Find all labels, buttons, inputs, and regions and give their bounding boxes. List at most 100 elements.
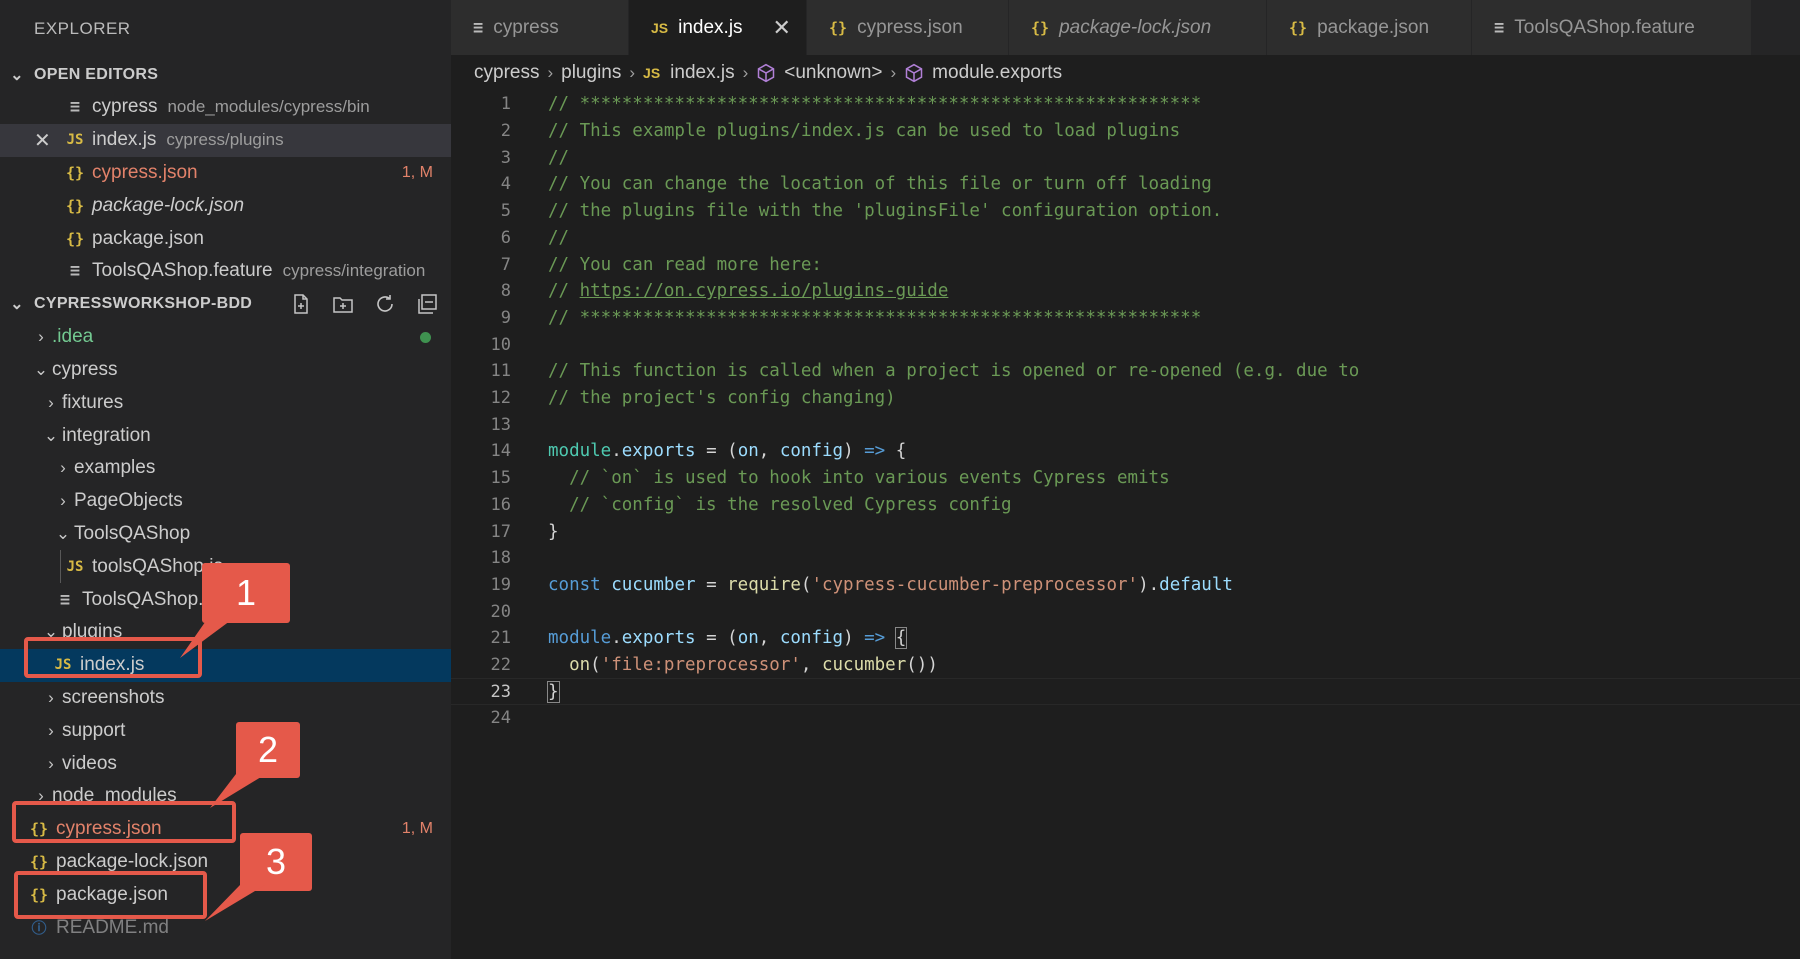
json-braces-icon: {} <box>1031 18 1050 37</box>
code-token: 'file:preprocessor' <box>600 655 801 676</box>
plugins-guide-link[interactable]: https://on.cypress.io/plugins-guide <box>580 281 949 301</box>
tab-package-json[interactable]: {} package.json <box>1267 0 1472 55</box>
tab-cypress-json[interactable]: {} cypress.json <box>807 0 1009 55</box>
code-line: 17} <box>451 518 1800 545</box>
open-editor-item[interactable]: {} package-lock.json <box>0 189 451 222</box>
tab-cypress[interactable]: ≡ cypress <box>451 0 629 55</box>
breadcrumb: cypress › plugins › JS index.js › <unkno… <box>474 55 1062 91</box>
open-editor-item[interactable]: ≡ cypress node_modules/cypress/bin <box>0 91 451 124</box>
code-line: 8 // https://on.cypress.io/plugins-guide <box>451 278 1800 305</box>
tree-item-idea[interactable]: › .idea <box>0 321 451 354</box>
close-icon[interactable]: ✕ <box>773 15 791 41</box>
line-number: 2 <box>500 121 511 142</box>
file-lines-icon: ≡ <box>1494 17 1505 38</box>
open-editors-header[interactable]: ⌄ OPEN EDITORS <box>0 58 451 91</box>
comment: // `on` is used to hook into various eve… <box>548 468 1170 489</box>
tab-label: index.js <box>678 16 743 38</box>
code-token: on <box>548 655 591 676</box>
collapse-all-icon[interactable] <box>413 290 441 318</box>
code-line: 6 // <box>451 225 1800 252</box>
refresh-icon[interactable] <box>371 290 399 318</box>
explorer-title: EXPLORER <box>34 19 131 38</box>
tab-index-js[interactable]: JS index.js ✕ <box>629 0 807 55</box>
breadcrumb-item[interactable]: plugins <box>561 62 621 84</box>
workspace-header[interactable]: ⌄ CYPRESSWORKSHOP-BDD <box>0 288 451 321</box>
indent-guide <box>60 550 61 584</box>
code-token: cucumber <box>821 655 907 676</box>
code-line: 13 <box>451 411 1800 438</box>
js-icon: JS <box>643 65 661 81</box>
editor-tab-bar: ≡ cypress JS index.js ✕ {} cypress.json … <box>451 0 1800 55</box>
line-number: 1 <box>500 94 511 115</box>
tree-item-fixtures[interactable]: › fixtures <box>0 386 451 419</box>
code-line: 7 // You can read more here: <box>451 251 1800 278</box>
tree-item-label: cypress <box>52 358 118 380</box>
new-folder-icon[interactable] <box>329 290 357 318</box>
chevron-down-icon: ⌄ <box>10 66 24 84</box>
breadcrumb-item[interactable]: module.exports <box>932 62 1062 84</box>
breadcrumb-item[interactable]: index.js <box>670 62 734 84</box>
comment: // <box>548 147 570 168</box>
tab-label: package-lock.json <box>1059 16 1212 38</box>
line-number: 18 <box>490 548 511 569</box>
open-editor-item[interactable]: {} package.json <box>0 222 451 255</box>
tab-package-lock-json[interactable]: {} package-lock.json <box>1009 0 1267 55</box>
tree-item-label: PageObjects <box>74 490 183 512</box>
annotation-number: 1 <box>235 572 257 613</box>
code-token: = ( <box>695 441 738 462</box>
json-braces-icon: {} <box>29 852 49 871</box>
code-token: ) <box>843 628 865 649</box>
code-token: } <box>548 521 559 542</box>
tree-item-screenshots[interactable]: › screenshots <box>0 682 451 715</box>
comment: // the plugins file with the 'pluginsFil… <box>548 201 1223 222</box>
tree-item-pageobjects[interactable]: › PageObjects <box>0 485 451 518</box>
tree-item-label: integration <box>62 424 151 446</box>
line-number: 7 <box>500 254 511 275</box>
new-file-icon[interactable] <box>287 290 315 318</box>
breadcrumb-item[interactable]: <unknown> <box>784 62 882 84</box>
code-token: = ( <box>695 628 738 649</box>
json-braces-icon: {} <box>65 163 85 182</box>
code-token: => <box>864 628 886 649</box>
tree-item-toolsqashop[interactable]: ⌄ ToolsQAShop <box>0 518 451 551</box>
tree-item-label: .idea <box>52 326 94 348</box>
open-editor-item[interactable]: {} cypress.json 1, M <box>0 157 451 190</box>
json-braces-icon: {} <box>1289 18 1308 37</box>
code-editor[interactable]: 1 // ************************************… <box>451 91 1800 959</box>
code-token: module <box>548 628 612 649</box>
line-number: 22 <box>490 655 511 676</box>
tree-item-support[interactable]: › support <box>0 714 451 747</box>
line-number: 17 <box>490 521 511 542</box>
tree-item-cypress[interactable]: ⌄ cypress <box>0 354 451 387</box>
info-icon: ⓘ <box>31 919 47 938</box>
callout-pointer <box>210 774 266 808</box>
breadcrumb-item[interactable]: cypress <box>474 62 539 84</box>
chevron-right-icon: › <box>629 63 636 82</box>
open-editor-item[interactable]: ✕ JS index.js cypress/plugins <box>0 123 451 157</box>
line-number: 15 <box>490 468 511 489</box>
code-token: on <box>737 628 759 649</box>
cube-icon <box>904 63 924 83</box>
tree-item-examples[interactable]: › examples <box>0 452 451 485</box>
open-editor-label: ToolsQAShop.feature <box>92 260 273 282</box>
code-line: 12 // the project's config changing) <box>451 385 1800 412</box>
code-line: 5 // the plugins file with the 'pluginsFi… <box>451 198 1800 225</box>
tree-item-label: support <box>62 719 126 741</box>
line-number: 21 <box>490 628 511 649</box>
callout-pointer <box>205 885 265 921</box>
tab-label: cypress.json <box>857 16 963 38</box>
workspace-label: CYPRESSWORKSHOP-BDD <box>34 295 253 313</box>
code-token: { <box>895 441 907 462</box>
code-token: , <box>758 628 780 649</box>
json-braces-icon: {} <box>65 196 85 215</box>
open-editor-item[interactable]: ≡ ToolsQAShop.feature cypress/integratio… <box>0 255 451 288</box>
line-number: 11 <box>490 361 511 382</box>
tab-toolsqashop-feature[interactable]: ≡ ToolsQAShop.feature <box>1472 0 1752 55</box>
code-token: on <box>737 441 759 462</box>
open-editor-label: cypress.json <box>92 161 198 183</box>
tree-item-integration[interactable]: ⌄ integration <box>0 419 451 452</box>
tree-item-label: package-lock.json <box>56 850 209 872</box>
line-number: 4 <box>500 174 511 195</box>
chevron-down-icon: ⌄ <box>10 296 24 314</box>
close-icon[interactable]: ✕ <box>34 124 51 157</box>
